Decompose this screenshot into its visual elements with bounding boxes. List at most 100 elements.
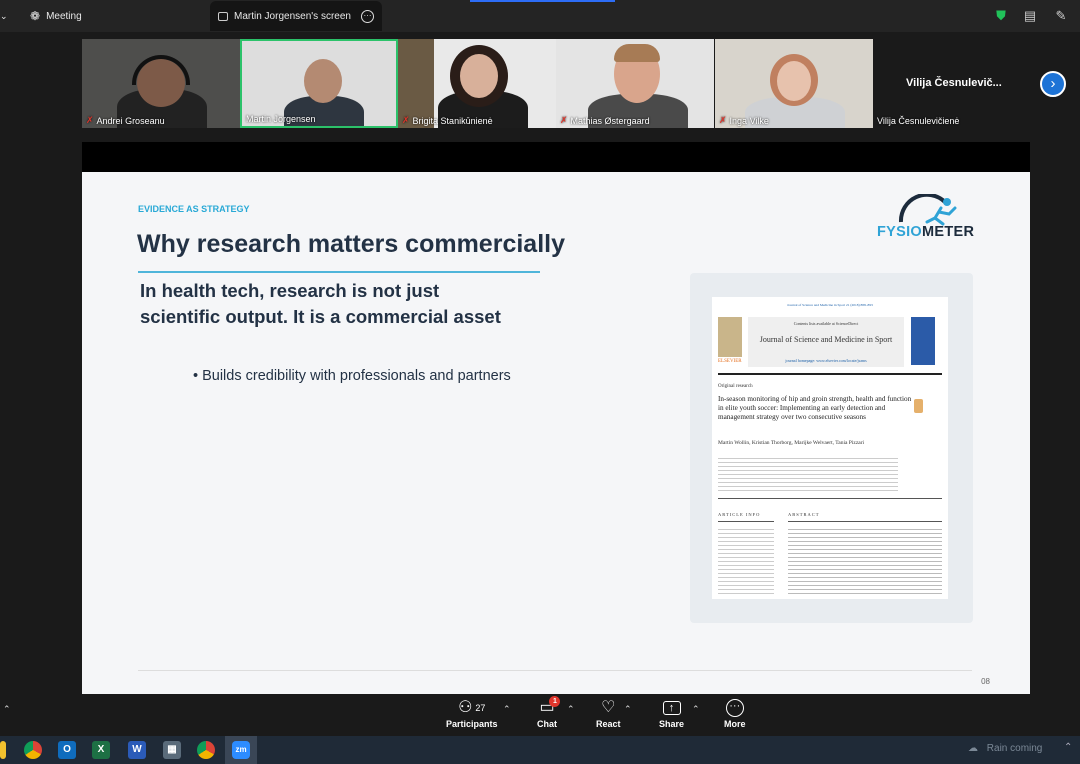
notes-icon[interactable]: ▤ xyxy=(1021,7,1039,25)
windows-taskbar: O X W ▦ zm ☁ Rain coming ⌃ xyxy=(0,736,1080,764)
react-label: React xyxy=(596,719,621,729)
excel-icon[interactable]: X xyxy=(92,741,110,759)
slide-title: Why research matters commercially xyxy=(137,230,565,258)
weather-widget[interactable]: ☁ Rain coming xyxy=(968,743,1042,754)
participants-button[interactable]: ⚇ 27 Participants xyxy=(446,699,498,729)
participant-tile[interactable]: ✗ Mathias Østergaard xyxy=(556,39,714,128)
journal-header-box: Contents lists available at ScienceDirec… xyxy=(748,317,904,367)
abstract-heading: ABSTRACT xyxy=(788,512,820,517)
participant-tile[interactable]: ✗ Andrei Groseanu xyxy=(82,39,240,128)
participant-name: Vilija Česnulevičienė xyxy=(877,116,960,126)
participant-strip: ✗ Andrei Groseanu Martin Jorgensen ✗ Brigi… xyxy=(0,32,1080,168)
meeting-controls: ⌃ ⚇ 27 Participants ⌃ ▭ 1 Chat ⌃ ♡ React ⌃… xyxy=(0,694,1080,736)
weather-text: Rain coming xyxy=(986,743,1043,754)
article-info-lines xyxy=(718,526,774,596)
paper-section: Original research xyxy=(718,384,753,389)
slide-kicker: EVIDENCE AS STRATEGY xyxy=(138,204,250,214)
chat-button[interactable]: ▭ 1 Chat xyxy=(537,696,561,729)
participant-name: Martin Jorgensen xyxy=(246,114,316,124)
more-dots-icon: ··· xyxy=(725,699,744,717)
contents-line: Contents lists available at ScienceDirec… xyxy=(793,321,859,326)
participant-name: Mathias Østergaard xyxy=(570,115,650,126)
react-options-caret[interactable]: ⌃ xyxy=(624,704,632,715)
journal-homepage: journal homepage: www.elsevier.com/locat… xyxy=(785,358,867,363)
participant-name: Andrei Groseanu xyxy=(96,115,165,126)
share-button[interactable]: ↑ Share xyxy=(659,699,684,729)
more-button[interactable]: ··· More xyxy=(724,699,746,729)
tab-meeting-label: Meeting xyxy=(46,10,82,22)
slide-page-number: 08 xyxy=(981,677,990,686)
tab-meeting[interactable]: ❁ Meeting xyxy=(30,0,82,32)
participant-name: Inga Vilke xyxy=(729,115,769,126)
tab-shared-screen[interactable]: Martin Jorgensen's screen ··· xyxy=(210,1,382,31)
article-info-heading: ARTICLE INFO xyxy=(718,512,761,517)
publisher-name: ELSEVIER xyxy=(718,359,742,364)
share-label: Share xyxy=(659,719,685,729)
more-label: More xyxy=(724,719,746,729)
affiliations-lines xyxy=(718,455,898,493)
paper-card: Journal of Science and Medicine in Sport… xyxy=(690,273,973,623)
slide-footer-rule xyxy=(138,670,972,671)
share-screen-icon xyxy=(218,11,228,21)
outlook-icon[interactable]: O xyxy=(58,741,76,759)
calculator-icon[interactable]: ▦ xyxy=(163,741,181,759)
journal-cover xyxy=(911,317,935,365)
participants-options-caret[interactable]: ⌃ xyxy=(503,704,511,715)
word-icon[interactable]: W xyxy=(128,741,146,759)
heart-icon: ♡ xyxy=(601,699,616,716)
paper-title: In-season monitoring of hip and groin st… xyxy=(718,395,912,421)
chevron-up-icon[interactable]: ⌃ xyxy=(1064,742,1072,753)
share-options-caret[interactable]: ⌃ xyxy=(692,704,700,715)
abstract-lines xyxy=(788,526,942,596)
zoom-taskbar-button[interactable]: zm xyxy=(225,736,257,764)
participant-name: Brigita Stanikūnienė xyxy=(412,115,493,126)
paw-icon: ❁ xyxy=(30,9,41,23)
journal-article-image: Journal of Science and Medicine in Sport… xyxy=(712,297,948,599)
elsevier-tree-logo xyxy=(718,317,742,357)
journal-citation: Journal of Science and Medicine in Sport… xyxy=(787,303,873,307)
screen-share-indicator xyxy=(470,0,615,2)
fysiometer-logo: FYSIOMETER xyxy=(877,194,977,242)
participants-icon: ⚇ xyxy=(458,699,473,716)
chevron-up-icon[interactable]: ⌃ xyxy=(3,704,11,715)
chrome-profile-icon[interactable] xyxy=(197,741,215,759)
crossmark-icon xyxy=(914,399,923,413)
chat-options-caret[interactable]: ⌃ xyxy=(567,704,575,715)
shared-screen-toolbar-area xyxy=(82,142,1030,172)
file-explorer-icon[interactable] xyxy=(0,741,6,759)
chat-badge: 1 xyxy=(549,696,561,707)
mic-muted-icon: ✗ xyxy=(86,115,94,125)
participants-count: 27 xyxy=(475,703,486,713)
slide-bullet: • Builds credibility with professionals … xyxy=(193,368,511,384)
mic-muted-icon: ✗ xyxy=(719,115,727,125)
logo-text-b: METER xyxy=(922,224,975,240)
meeting-title-bar: ⌄ ❁ Meeting Martin Jorgensen's screen ··… xyxy=(0,0,1080,32)
logo-text-a: FYSIO xyxy=(877,224,923,240)
slide-lead-text: In health tech, research is not just sci… xyxy=(140,280,501,327)
participant-tile-active-speaker[interactable]: Martin Jorgensen xyxy=(240,39,398,128)
participant-tile[interactable]: ✗ Inga Vilke xyxy=(715,39,873,128)
chevron-right-icon: › xyxy=(1050,75,1056,92)
share-up-arrow-icon: ↑ xyxy=(662,701,681,715)
tab-screen-label: Martin Jorgensen's screen xyxy=(234,10,351,22)
pencil-icon[interactable]: ✎ xyxy=(1052,7,1070,25)
more-options-icon[interactable]: ··· xyxy=(361,9,374,23)
chevron-down-icon[interactable]: ⌄ xyxy=(0,0,8,32)
runner-icon xyxy=(898,194,957,226)
participant-display-name: Vilija Česnulevič... xyxy=(906,77,1002,89)
zoom-icon: zm xyxy=(232,741,250,759)
mic-muted-icon: ✗ xyxy=(402,115,410,125)
paper-authors: Martin Wollin, Kristian Thorborg, Marijk… xyxy=(718,440,865,446)
cloud-icon: ☁ xyxy=(968,743,978,754)
chrome-icon[interactable] xyxy=(24,741,42,759)
next-page-button[interactable]: › xyxy=(1040,71,1066,97)
shared-slide: EVIDENCE AS STRATEGY Why research matter… xyxy=(82,172,1030,694)
react-button[interactable]: ♡ React xyxy=(596,699,621,729)
chat-label: Chat xyxy=(537,719,557,729)
title-underline xyxy=(138,271,540,273)
participant-tile-video-off[interactable]: Vilija Česnulevič... Vilija Česnulevičie… xyxy=(873,39,1031,128)
participant-tile[interactable]: ✗ Brigita Stanikūnienė xyxy=(398,39,556,128)
shield-icon[interactable]: ⛊ xyxy=(992,7,1010,25)
participants-label: Participants xyxy=(446,719,498,729)
mic-muted-icon: ✗ xyxy=(560,115,568,125)
